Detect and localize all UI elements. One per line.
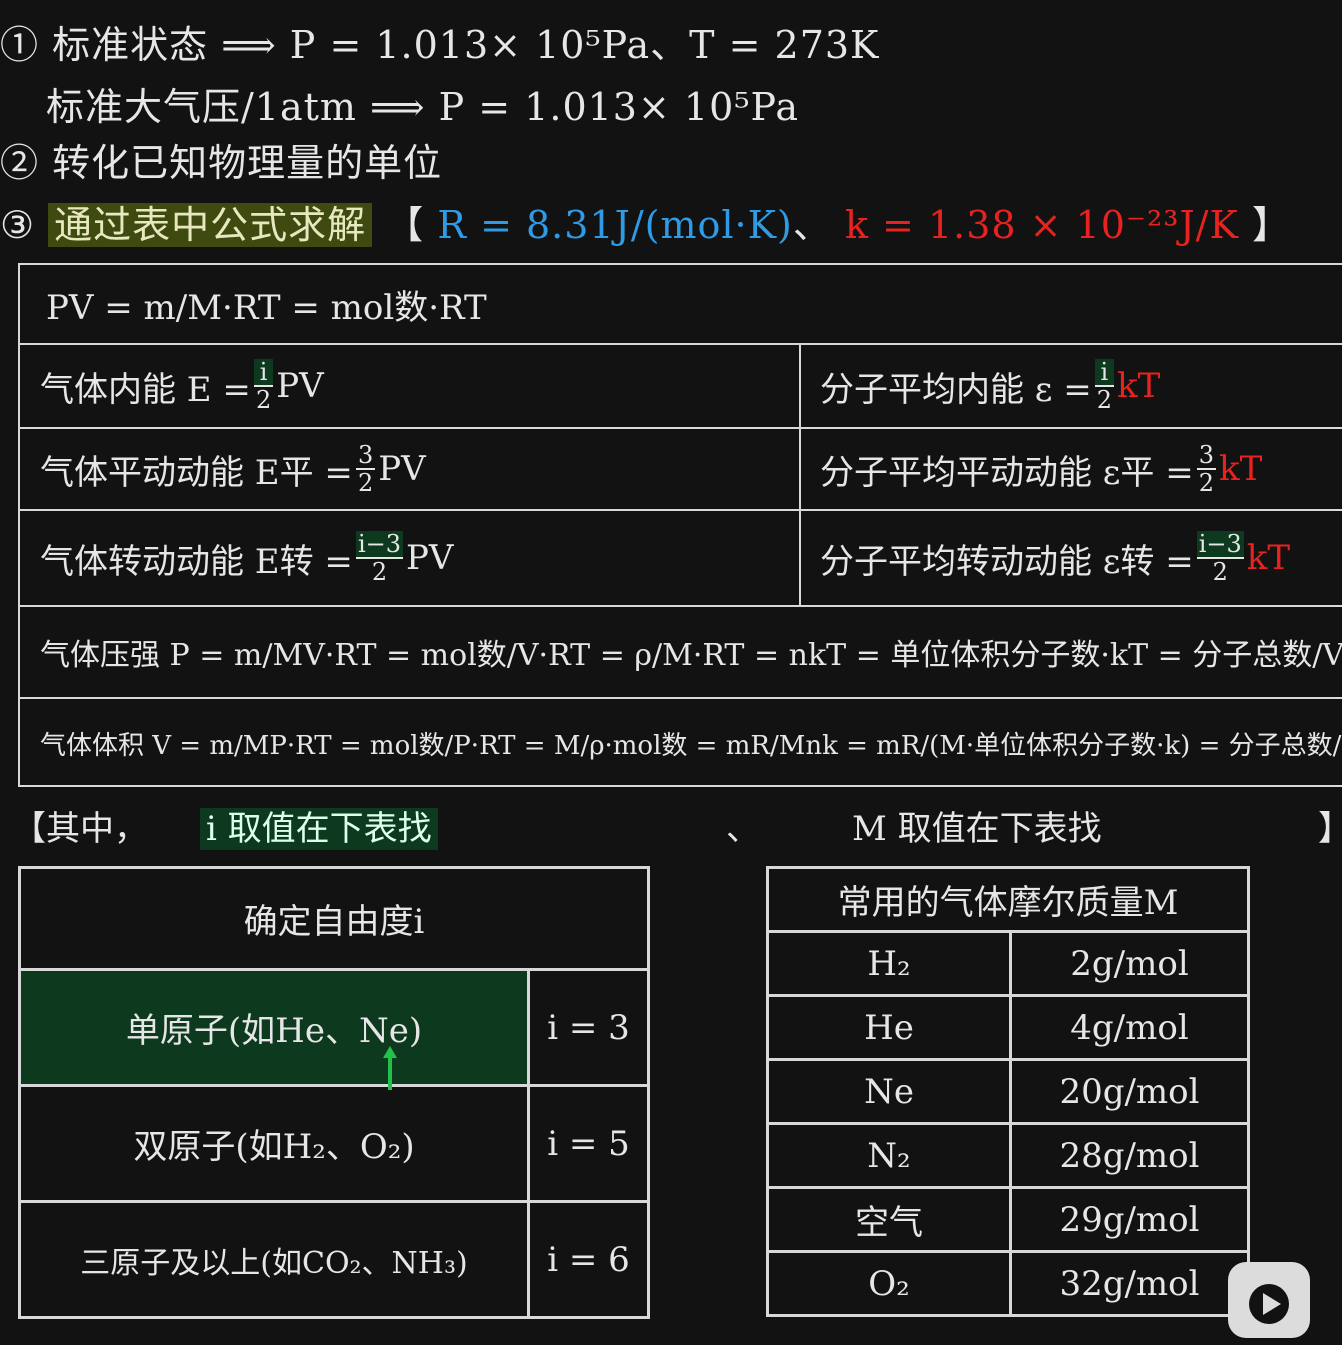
boltzmann-constant: k = 1.38 × 10⁻²³J/K xyxy=(844,203,1239,247)
note-close: 】 xyxy=(1318,808,1342,850)
molecule-rotational-energy: 分子平均转动动能 ε转 = i−3 2 kT xyxy=(820,511,1290,605)
standard-atm-label: 标准大气压/1atm xyxy=(46,85,357,129)
gas-name: Ne xyxy=(766,1058,1012,1125)
gas-name: He xyxy=(766,994,1012,1061)
molar-mass-table: 常用的气体摩尔质量M H₂ 2g/mol He 4g/mol Ne 20g/mol N… xyxy=(766,866,1250,1317)
gas-volume-formula: 气体体积 V = m/MP·RT = mol数/P·RT = M/ρ·mol数 … xyxy=(40,730,1342,761)
dof-row-value: i = 6 xyxy=(527,1200,650,1319)
implies-arrow: ⟹ xyxy=(370,85,426,129)
dof-table: 确定自由度i 单原子(如He、Ne) i = 3 双原子(如H₂、O₂) i =… xyxy=(18,866,650,1319)
marker-1: ① xyxy=(0,23,40,67)
dof-table-title: 确定自由度i xyxy=(18,866,650,971)
mol-trans-label: 分子平均平动动能 ε平 = xyxy=(820,452,1194,493)
frac-i3-2: i−3 2 xyxy=(1196,530,1244,586)
molecule-translational-energy: 分子平均平动动能 ε平 = 32 kT xyxy=(820,429,1262,509)
rot-label: 气体转动动能 E转 = xyxy=(40,541,353,582)
line-solve: ③ 通过表中公式求解 【 R = 8.31J/(mol·K)、 k = 1.38… xyxy=(0,202,1291,248)
dof-row-value: i = 5 xyxy=(527,1084,650,1203)
line-convert-units: ② 转化已知物理量的单位 xyxy=(0,140,442,186)
dof-row-label: 三原子及以上(如CO₂、NH₃) xyxy=(18,1200,530,1319)
gas-constant: R = 8.31J/(mol·K) xyxy=(437,203,793,247)
gas-pressure-formula: 气体压强 P = m/MV·RT = mol数/V·RT = ρ/M·RT = … xyxy=(40,638,1342,673)
line-standard-state: ① 标准状态 ⟹ P = 1.013× 10⁵Pa、T = 273K xyxy=(0,22,879,68)
trans-label: 气体平动动能 E平 = xyxy=(40,452,353,493)
gas-rotational-energy: 气体转动动能 E转 = i−3 2 PV xyxy=(40,511,453,605)
dof-row-value: i = 3 xyxy=(527,968,650,1087)
mol-rot-tail: kT xyxy=(1246,538,1291,578)
frac-i-2: i2 xyxy=(1094,358,1114,414)
rot-tail: PV xyxy=(406,538,454,578)
internal-energy-tail: PV xyxy=(276,366,324,406)
standard-state-label: 标准状态 xyxy=(52,23,209,67)
note-separator: 、 xyxy=(726,809,760,849)
gas-internal-energy: 气体内能 E = i2 PV xyxy=(40,345,324,427)
gas-name: N₂ xyxy=(766,1122,1012,1189)
play-icon[interactable] xyxy=(1228,1262,1310,1338)
gas-molar-mass: 4g/mol xyxy=(1009,994,1250,1061)
up-arrow-icon xyxy=(383,1046,397,1090)
gas-molar-mass: 2g/mol xyxy=(1009,930,1250,997)
bracket-close: 】 xyxy=(1251,203,1291,247)
frac-i-2: i2 xyxy=(253,358,274,414)
trans-tail: PV xyxy=(378,449,426,489)
i-hint: i 取值在下表找 xyxy=(200,808,438,850)
gas-name: H₂ xyxy=(766,930,1012,997)
internal-energy-label: 气体内能 E = xyxy=(40,369,251,410)
frac-3-2: 32 xyxy=(1196,441,1216,497)
mol-rot-label: 分子平均转动动能 ε转 = xyxy=(820,541,1194,582)
note-open: 【其中， xyxy=(12,809,148,849)
frac-3-2: 32 xyxy=(355,441,376,497)
convert-units-text: 转化已知物理量的单位 xyxy=(52,141,443,185)
m-hint: M 取值在下表找 xyxy=(852,809,1102,849)
marker-3: ③ xyxy=(0,203,36,247)
formula-table: PV = m/M·RT = mol数·RT 气体内能 E = i2 PV 分子平… xyxy=(18,263,1342,787)
standard-state-formula: P = 1.013× 10⁵Pa、T = 273K xyxy=(289,23,880,67)
gas-molar-mass: 32g/mol xyxy=(1009,1250,1250,1317)
standard-atm-formula: P = 1.013× 10⁵Pa xyxy=(438,85,799,129)
bracket-open: 【 xyxy=(385,203,425,247)
line-standard-atm: 标准大气压/1atm ⟹ P = 1.013× 10⁵Pa xyxy=(46,84,799,130)
gas-translational-energy: 气体平动动能 E平 = 32 PV xyxy=(40,429,426,509)
mol-internal-label: 分子平均内能 ε = xyxy=(820,369,1092,410)
gas-molar-mass: 28g/mol xyxy=(1009,1122,1250,1189)
solve-text: 通过表中公式求解 xyxy=(48,203,373,247)
gas-name: O₂ xyxy=(766,1250,1012,1317)
gas-molar-mass: 29g/mol xyxy=(1009,1186,1250,1253)
separator: 、 xyxy=(792,203,832,247)
ideal-gas-law: PV = m/M·RT = mol数·RT xyxy=(46,287,487,328)
mol-internal-tail: kT xyxy=(1117,366,1161,406)
dof-row-label: 单原子(如He、Ne) xyxy=(18,968,530,1087)
mol-trans-tail: kT xyxy=(1219,449,1263,489)
gas-molar-mass: 20g/mol xyxy=(1009,1058,1250,1125)
gas-name: 空气 xyxy=(766,1186,1012,1253)
molecule-internal-energy: 分子平均内能 ε = i2 kT xyxy=(820,345,1160,427)
frac-i3-2: i−3 2 xyxy=(355,530,403,586)
marker-2: ② xyxy=(0,141,40,185)
implies-arrow: ⟹ xyxy=(221,23,277,67)
dof-row-label: 双原子(如H₂、O₂) xyxy=(18,1084,530,1203)
molar-table-title: 常用的气体摩尔质量M xyxy=(766,866,1250,933)
